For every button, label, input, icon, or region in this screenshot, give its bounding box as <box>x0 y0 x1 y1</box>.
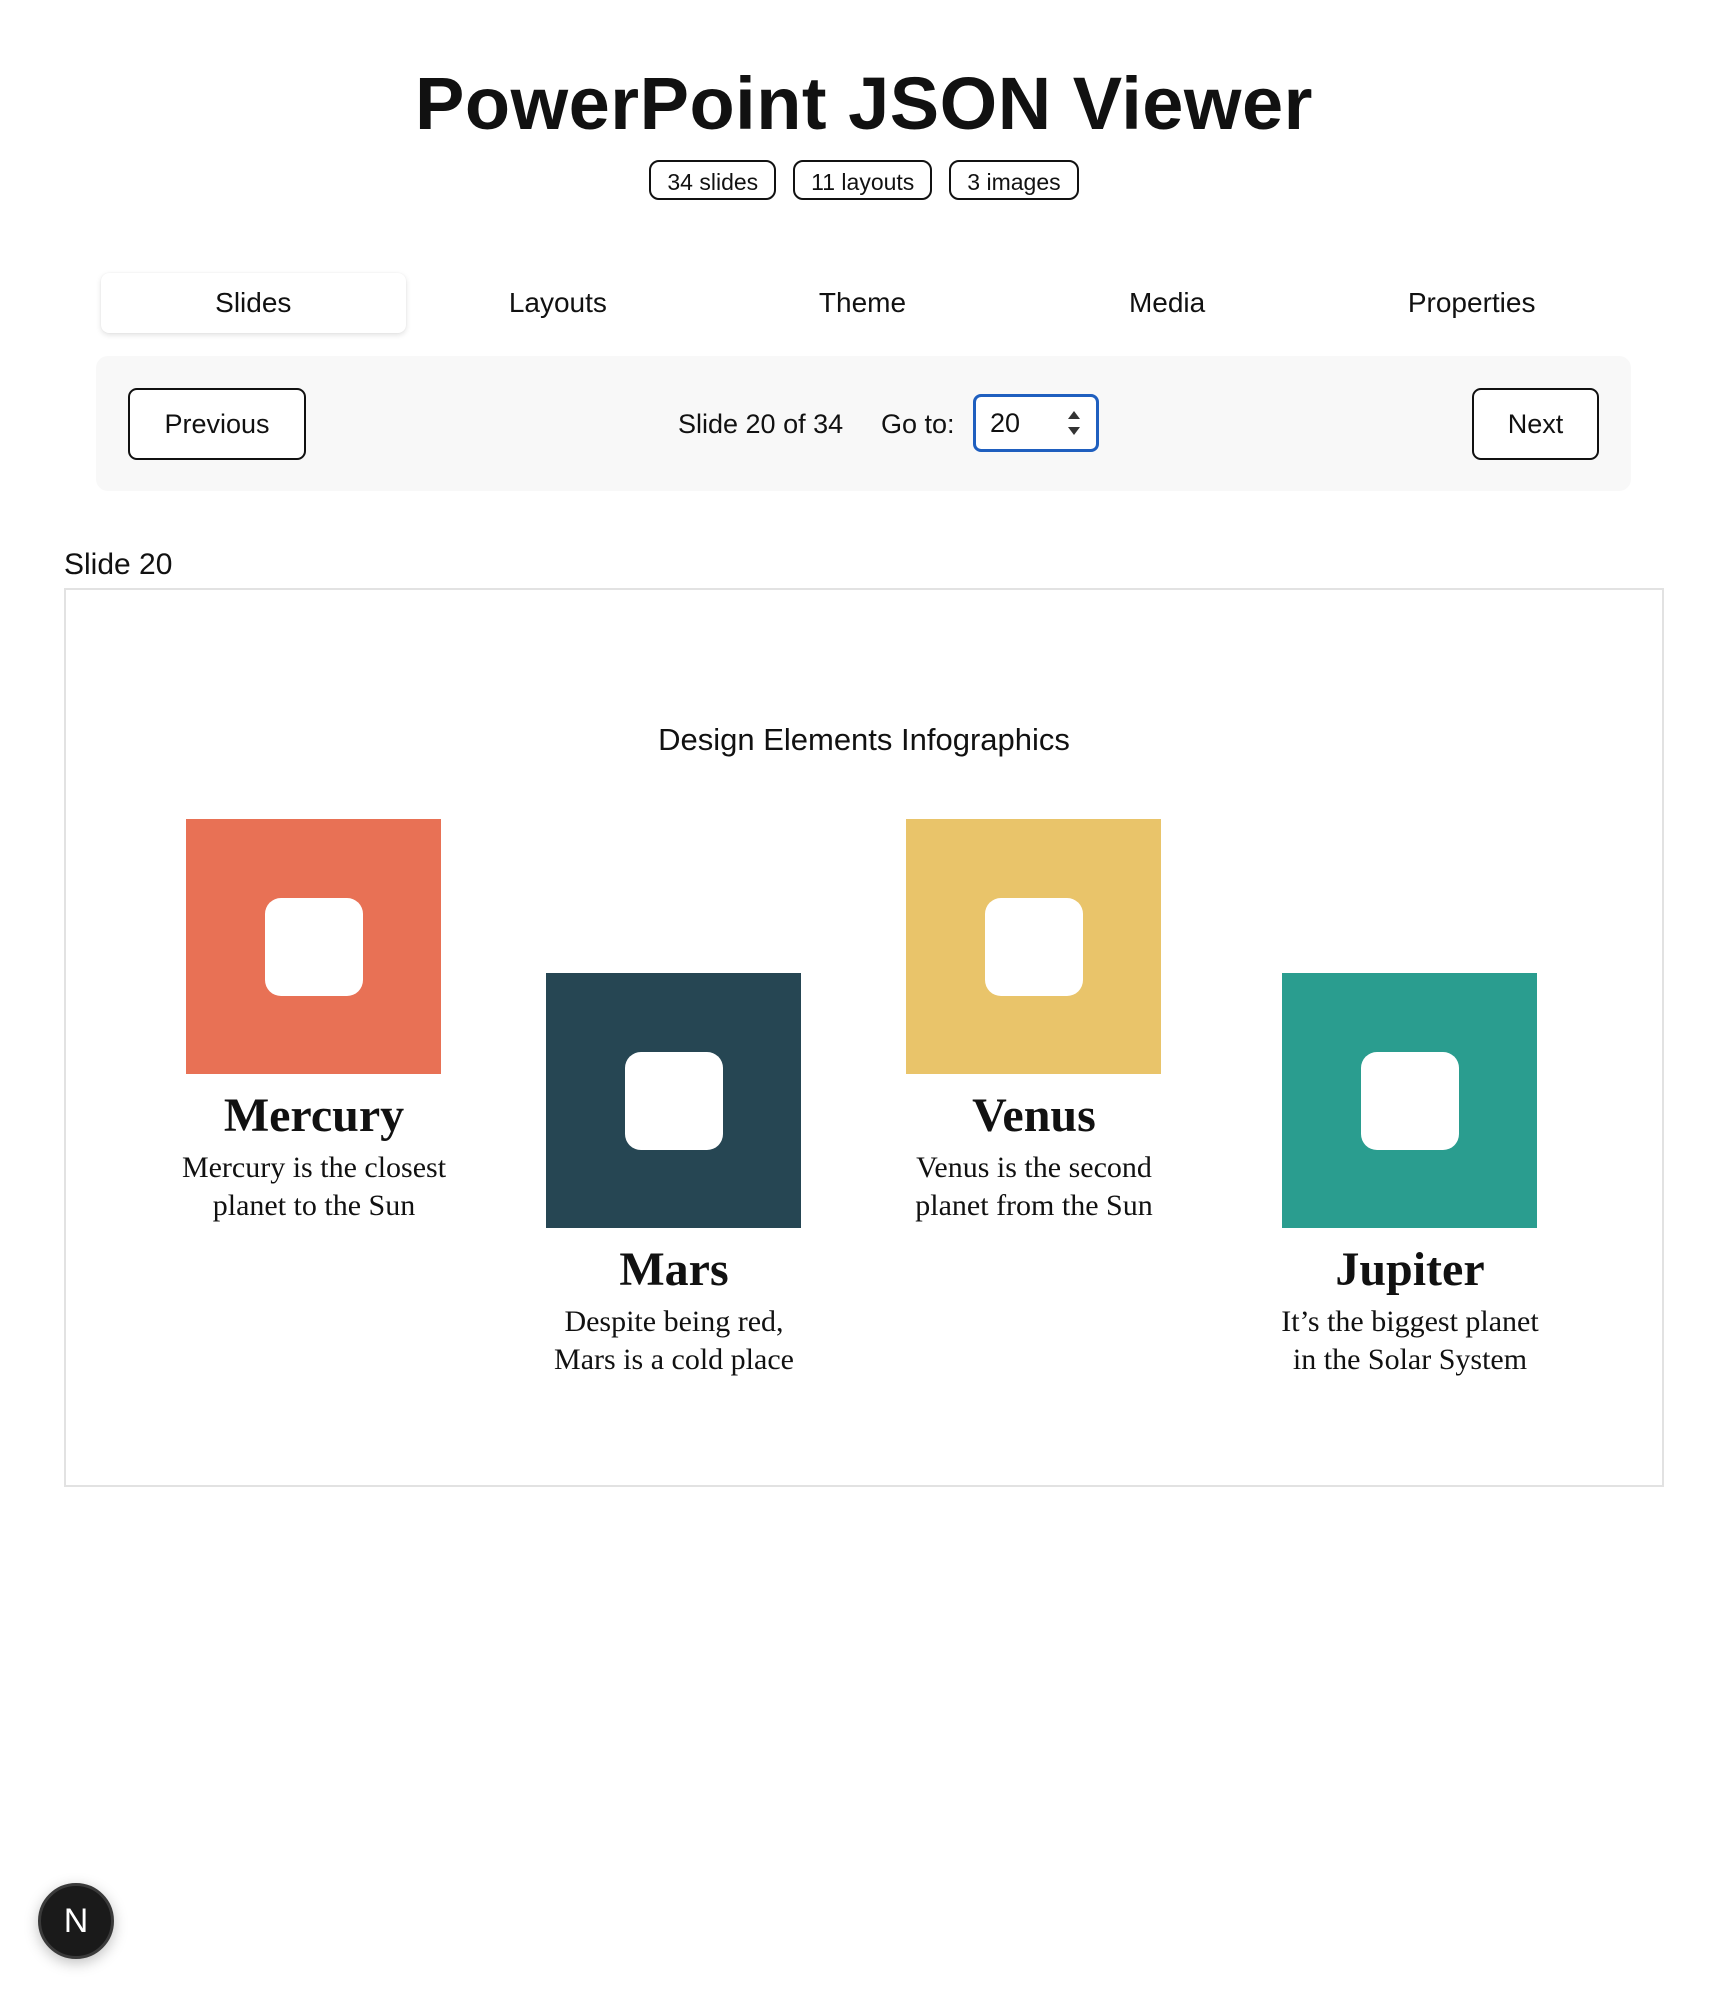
slides-count-badge: 34 slides <box>649 160 777 200</box>
tab-properties[interactable]: Properties <box>1319 273 1624 333</box>
tab-theme[interactable]: Theme <box>710 273 1015 333</box>
tab-media[interactable]: Media <box>1015 273 1320 333</box>
tab-slides[interactable]: Slides <box>101 273 406 333</box>
previous-button[interactable]: Previous <box>128 388 306 460</box>
mercury-color-block <box>186 819 441 1074</box>
venus-icon-placeholder <box>985 898 1083 996</box>
slide-label: Slide 20 <box>64 548 173 581</box>
goto-label: Go to: <box>881 409 955 439</box>
number-spinner[interactable] <box>1066 407 1082 439</box>
planet-card-venus: Venus Venus is the second planet from th… <box>884 819 1184 1249</box>
planet-description-line-2: in the Solar System <box>1292 1343 1528 1376</box>
planet-name: Mars <box>619 1243 729 1296</box>
spin-down-icon[interactable] <box>1068 427 1080 435</box>
slide-status: Slide 20 of 34 <box>678 409 844 439</box>
spin-up-icon[interactable] <box>1068 411 1080 419</box>
planet-card-jupiter: Jupiter It’s the biggest planet in the S… <box>1260 973 1560 1403</box>
venus-color-block <box>906 819 1161 1074</box>
jupiter-color-block <box>1282 973 1537 1228</box>
planet-description-line-2: planet to the Sun <box>212 1189 416 1222</box>
images-count-badge: 3 images <box>949 160 1079 200</box>
mercury-icon-placeholder <box>265 898 363 996</box>
layouts-count-badge: 11 layouts <box>793 160 933 200</box>
planet-description-line-1: Venus is the second <box>916 1151 1152 1184</box>
slide-preview: Design Elements Infographics Mercury Mer… <box>64 588 1664 1487</box>
planet-name: Venus <box>972 1089 1096 1142</box>
nextjs-dev-badge-icon[interactable]: N <box>38 1883 114 1959</box>
goto-slide-input[interactable] <box>973 394 1099 452</box>
page: PowerPoint JSON Viewer 34 slides 11 layo… <box>0 0 1728 1996</box>
planet-name: Mercury <box>223 1089 405 1142</box>
tab-layouts[interactable]: Layouts <box>406 273 711 333</box>
mars-icon-placeholder <box>625 1052 723 1150</box>
planet-description-line-1: Mercury is the closest <box>181 1151 447 1184</box>
tab-bar: Slides Layouts Theme Media Properties <box>101 273 1624 333</box>
summary-badges: 34 slides 11 layouts 3 images <box>0 160 1728 200</box>
planet-description-line-2: planet from the Sun <box>915 1189 1153 1222</box>
mars-color-block <box>546 973 801 1228</box>
page-title: PowerPoint JSON Viewer <box>415 62 1313 145</box>
slide-title: Design Elements Infographics <box>658 722 1070 757</box>
slide-navigation-bar: Previous Slide 20 of 34 Go to: Next <box>96 356 1631 491</box>
jupiter-icon-placeholder <box>1361 1052 1459 1150</box>
planet-description-line-2: Mars is a cold place <box>554 1343 794 1376</box>
planet-card-mercury: Mercury Mercury is the closest planet to… <box>164 819 464 1249</box>
planet-description-line-1: Despite being red, <box>564 1305 784 1338</box>
goto-slide-field[interactable] <box>990 397 1050 449</box>
planet-card-mars: Mars Despite being red, Mars is a cold p… <box>524 973 824 1403</box>
planet-description-line-1: It’s the biggest planet <box>1281 1305 1539 1338</box>
next-button[interactable]: Next <box>1472 388 1599 460</box>
planet-name: Jupiter <box>1335 1243 1485 1296</box>
